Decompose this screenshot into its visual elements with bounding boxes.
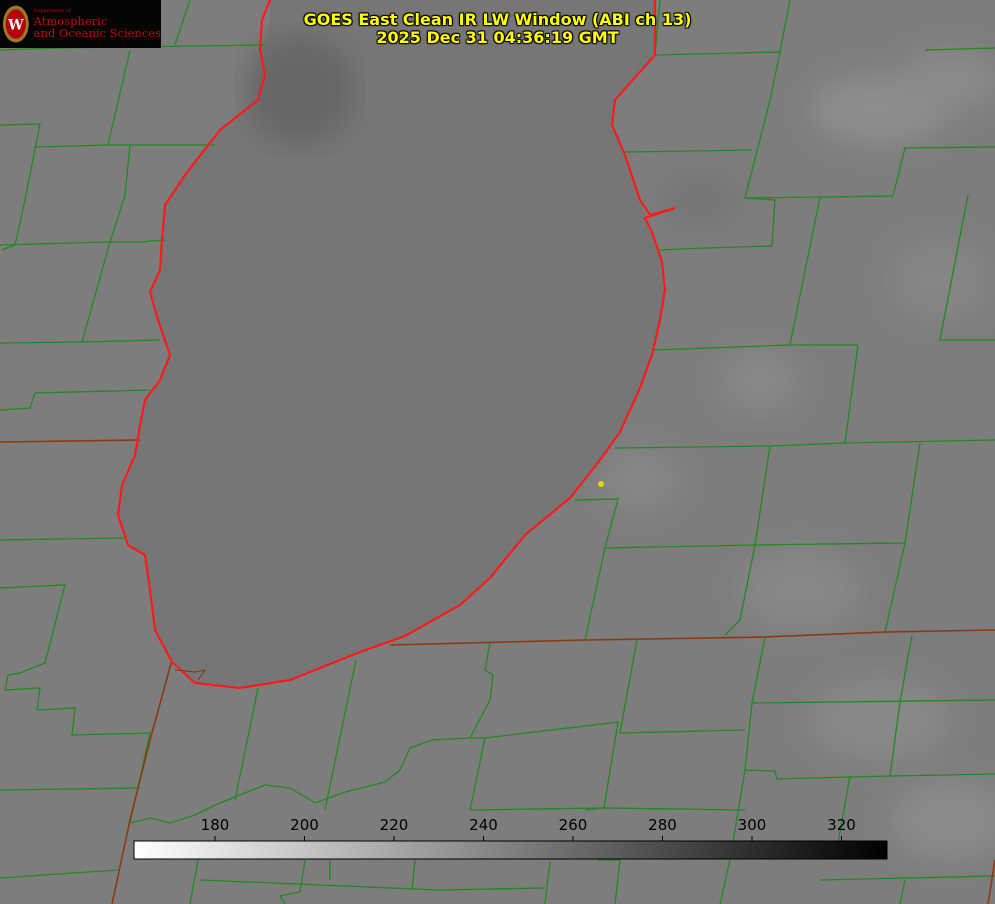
aos-logo: W Department of Atmospheric and Oceanic …	[0, 0, 161, 48]
satellite-map: W Department of Atmospheric and Oceanic …	[0, 0, 995, 904]
svg-text:W: W	[7, 18, 24, 34]
location-marker	[598, 481, 604, 487]
uw-seal-icon: W	[2, 5, 29, 43]
logo-name-line2: and Oceanic Sciences	[33, 25, 161, 40]
logo-name-line1: Atmospheric	[33, 13, 108, 28]
map-image	[0, 0, 995, 904]
